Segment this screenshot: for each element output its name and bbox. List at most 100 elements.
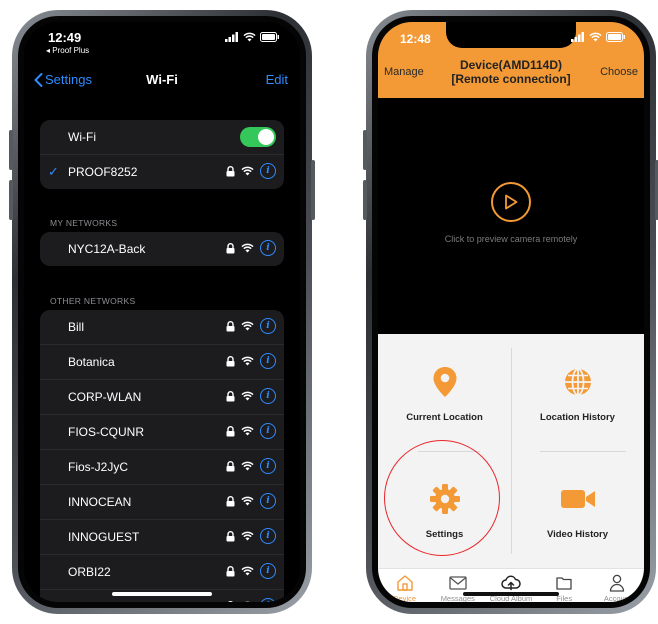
network-icons: i: [226, 240, 276, 256]
volume-down-button: [9, 180, 13, 220]
wifi-signal-icon: [241, 391, 254, 401]
network-row[interactable]: FIOS-CQUNR i: [40, 414, 284, 449]
current-location-tile[interactable]: Current Location: [378, 334, 511, 451]
wifi-signal-icon: [241, 243, 254, 253]
location-history-tile[interactable]: Location History: [511, 334, 644, 451]
wifi-signal-icon: [241, 566, 254, 576]
network-row[interactable]: Bill i: [40, 310, 284, 344]
info-icon[interactable]: i: [260, 598, 276, 602]
network-row[interactable]: CORP-WLAN i: [40, 379, 284, 414]
preview-hint: Click to preview camera remotely: [444, 234, 578, 244]
tab-device[interactable]: Device: [378, 571, 431, 602]
tab-account[interactable]: Account: [591, 571, 644, 602]
battery-icon: [260, 32, 279, 42]
camera-preview-area[interactable]: Click to preview camera remotely: [378, 98, 644, 334]
network-name: SpectrumSetup-59: [68, 600, 168, 602]
navigation-bar: Settings Wi-Fi Edit: [24, 66, 300, 96]
tile-label: Video History: [546, 529, 609, 540]
grid-horizontal-divider: [540, 451, 626, 452]
app-header: 12:48 Manage Device(AMD114D) [Remote con…: [378, 22, 644, 98]
network-name: INNOCEAN: [68, 495, 132, 509]
network-icons: i: [226, 493, 276, 509]
info-icon[interactable]: i: [260, 388, 276, 404]
network-icons: i: [226, 563, 276, 579]
cellular-signal-icon: [225, 32, 238, 42]
feature-grid: Current Location Location History Settin…: [378, 334, 644, 568]
envelope-icon: [431, 573, 484, 593]
lock-icon: [226, 355, 235, 366]
lock-icon: [227, 600, 234, 602]
lock-icon: [226, 390, 235, 401]
status-icons: [571, 32, 626, 42]
video-history-tile[interactable]: Video History: [511, 451, 644, 568]
status-time: 12:49: [48, 30, 82, 45]
network-icons: i: [226, 598, 276, 602]
lock-icon: [226, 530, 235, 541]
bottom-tab-bar: Device Messages Cloud Album Files Accoun…: [378, 568, 644, 602]
lock-icon: [226, 242, 235, 253]
network-icons: i: [226, 163, 276, 179]
volume-down-button: [363, 180, 367, 220]
back-to-app-link[interactable]: ◂ Proof Plus: [46, 46, 89, 55]
phone-right: 12:48 Manage Device(AMD114D) [Remote con…: [363, 10, 658, 614]
tab-label: Device: [393, 594, 417, 602]
network-row[interactable]: NYC12A-Back i: [40, 232, 284, 266]
wifi-toggle-row: Wi-Fi: [40, 120, 284, 154]
other-networks-header: OTHER NETWORKS: [50, 296, 136, 306]
home-icon: [378, 573, 431, 593]
info-icon[interactable]: i: [260, 493, 276, 509]
tab-messages[interactable]: Messages: [431, 571, 484, 602]
wifi-status-icon: [589, 32, 602, 42]
wifi-group: Wi-Fi ✓ PROOF8252 i: [40, 120, 284, 189]
person-icon: [591, 573, 644, 593]
wifi-signal-icon: [241, 531, 254, 541]
network-name: FIOS-CQUNR: [68, 425, 144, 439]
settings-highlight-circle: [384, 440, 500, 556]
network-row[interactable]: ORBI22 i: [40, 554, 284, 589]
tab-label: Account: [603, 594, 631, 602]
wifi-toggle[interactable]: [240, 127, 276, 147]
info-icon[interactable]: i: [260, 163, 276, 179]
lock-icon: [226, 495, 235, 506]
network-icons: i: [226, 458, 276, 474]
info-icon[interactable]: i: [260, 423, 276, 439]
network-name: Botanica: [68, 355, 115, 369]
phone-left: 12:49 ◂ Proof Plus Settings Wi-Fi Edit W…: [9, 10, 315, 614]
network-name: ORBI22: [68, 565, 111, 579]
network-icons: i: [226, 388, 276, 404]
lock-icon: [226, 165, 235, 176]
tab-cloud-album[interactable]: Cloud Album: [484, 571, 537, 602]
wifi-signal-icon: [241, 461, 254, 471]
page-title: Wi-Fi: [146, 72, 178, 87]
info-icon[interactable]: i: [260, 353, 276, 369]
info-icon[interactable]: i: [260, 318, 276, 334]
choose-button[interactable]: Choose: [600, 66, 638, 78]
tab-files[interactable]: Files: [538, 571, 591, 602]
network-name: NYC12A-Back: [68, 242, 146, 256]
location-pin-icon: [432, 366, 458, 398]
info-icon[interactable]: i: [260, 458, 276, 474]
lock-icon: [226, 425, 235, 436]
network-row[interactable]: INNOGUEST i: [40, 519, 284, 554]
network-icons: i: [226, 423, 276, 439]
info-icon[interactable]: i: [260, 528, 276, 544]
edit-button[interactable]: Edit: [266, 72, 288, 87]
home-indicator[interactable]: [463, 592, 559, 596]
play-button[interactable]: [491, 182, 531, 222]
tile-label: Location History: [540, 412, 615, 423]
info-icon[interactable]: i: [260, 240, 276, 256]
battery-icon: [606, 32, 625, 42]
network-row[interactable]: INNOCEAN i: [40, 484, 284, 519]
network-row[interactable]: Fios-J2JyC i: [40, 449, 284, 484]
status-icons: [225, 32, 280, 42]
home-indicator[interactable]: [112, 592, 212, 596]
lock-icon: [226, 460, 235, 471]
lock-icon: [226, 565, 235, 576]
checkmark-icon: ✓: [48, 164, 59, 179]
device-app-screen: 12:48 Manage Device(AMD114D) [Remote con…: [378, 22, 644, 602]
network-row[interactable]: Botanica i: [40, 344, 284, 379]
connected-network-row[interactable]: ✓ PROOF8252 i: [40, 154, 284, 189]
network-icons: i: [226, 353, 276, 369]
info-icon[interactable]: i: [260, 563, 276, 579]
network-name: Bill: [68, 320, 85, 334]
